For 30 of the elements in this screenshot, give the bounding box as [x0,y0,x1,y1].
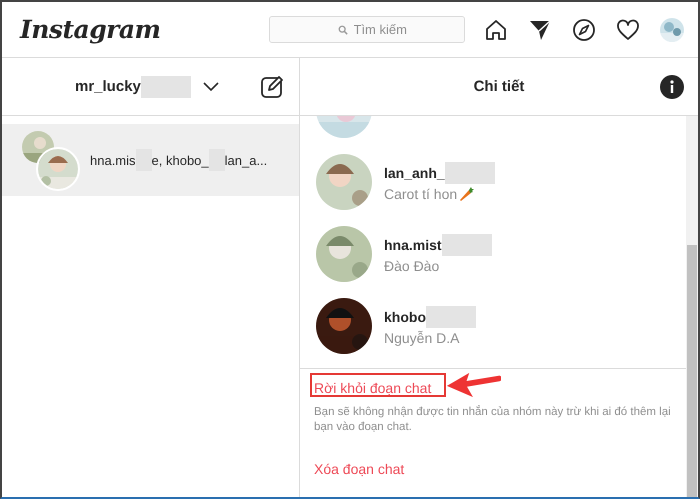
member-full-name: Đào Đào [384,258,440,274]
conversation-title: lan_a... [224,152,268,168]
redaction-mark [426,306,476,328]
chevron-down-icon[interactable] [202,82,219,92]
compass-icon[interactable] [572,18,596,42]
member-username[interactable]: hna.mist [384,237,442,253]
delete-chat-link[interactable]: Xóa đoạn chat [314,461,404,477]
username[interactable]: mr_lucky [75,78,141,95]
annotation-arrow [445,371,502,399]
conversation-title: e, khobo_ [152,152,209,168]
redaction-mark [444,162,495,184]
member-full-name: Nguyễn D.A [384,330,460,346]
home-icon[interactable] [484,18,508,42]
conversation-item[interactable]: hna.mis e, khobo_ lan_a... [2,124,299,196]
redaction-mark [442,234,492,256]
search-field[interactable]: Tìm kiếm [268,16,464,43]
heart-icon[interactable] [616,18,640,42]
member-full-name: Carot tí hon [384,186,458,202]
member-username[interactable]: lan_anh_ [384,165,445,181]
info-icon[interactable] [660,75,684,99]
leave-chat-note: Bạn sẽ không nhận được tin nhắn của nhóm này trừ khi ai đó thêm lại bạn vào đoạn chat. [314,405,672,435]
conversation-title: hna.mis [90,152,136,168]
scrollbar[interactable] [686,116,698,497]
instagram-logo[interactable]: Instagram [20,15,160,44]
redaction-mark [140,76,191,98]
member-username[interactable]: khobo [384,309,426,325]
edit-icon[interactable] [260,74,284,98]
panel-title: Chi tiết [474,78,524,95]
search-icon [338,25,348,35]
leave-chat-link[interactable]: Rời khỏi đoạn chat [314,380,432,396]
